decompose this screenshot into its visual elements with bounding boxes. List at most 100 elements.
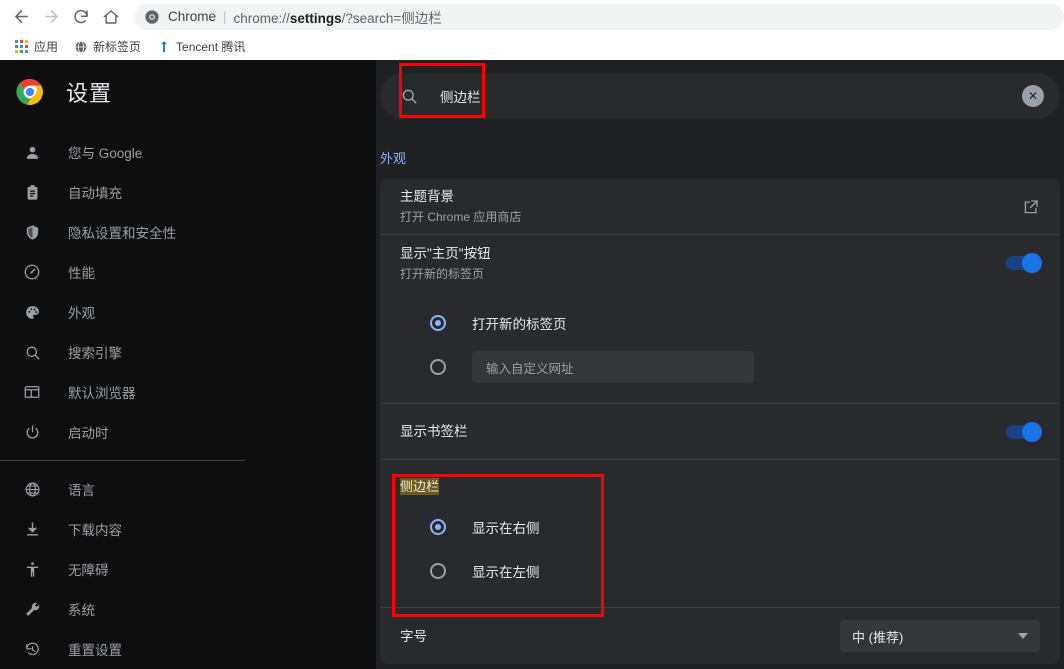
sidebar-divider (0, 460, 245, 461)
speedometer-icon (22, 262, 42, 282)
row-home-button-title: 显示"主页"按钮 (400, 245, 491, 261)
bookmark-new-tab-label: 新标签页 (93, 40, 142, 54)
sidebar-label: 无障碍 (68, 563, 109, 578)
history-restore-icon (22, 639, 42, 659)
row-theme-subtitle: 打开 Chrome 应用商店 (400, 210, 522, 224)
row-theme[interactable]: 主题背景 打开 Chrome 应用商店 (380, 179, 1060, 235)
radio-custom-url[interactable] (430, 359, 446, 375)
forward-arrow-icon (44, 10, 58, 23)
sidebar-label: 语言 (68, 483, 95, 498)
radio-new-tab[interactable] (430, 315, 446, 331)
radio-row-show-on-right[interactable]: 显示在右侧 (380, 505, 1060, 549)
bookmarks-bar-toggle[interactable] (1006, 421, 1042, 442)
sidebar-label: 启动时 (68, 426, 109, 441)
sidebar-item-privacy-security[interactable]: 隐私设置和安全性 (0, 212, 376, 252)
sidebar-label: 系统 (68, 603, 95, 618)
sidebar-nav-group-1: 您与 Google 自动填充 隐私设置和安全性 性能 外观 搜索引擎 默认浏览器… (0, 124, 376, 452)
open-in-new-icon[interactable] (1022, 198, 1040, 216)
radio-new-tab-label: 打开新的标签页 (472, 317, 567, 332)
row-home-button-text: 显示"主页"按钮 打开新的标签页 (400, 244, 1006, 283)
radio-row-custom-url[interactable]: 输入自定义网址 (380, 345, 1060, 389)
font-size-select[interactable]: 中 (推荐) (840, 620, 1040, 652)
bookmark-tencent[interactable]: Tencent 腾讯 (151, 35, 251, 58)
person-icon (22, 142, 42, 162)
url-prefix: chrome:// (233, 10, 290, 26)
home-button-toggle[interactable] (1006, 253, 1042, 273)
bookmark-apps-label: 应用 (34, 40, 59, 54)
address-bar[interactable]: Chrome | chrome://settings/?search=侧边栏 (134, 3, 1064, 30)
row-home-button-subtitle: 打开新的标签页 (400, 266, 485, 281)
sidebar-item-appearance[interactable]: 外观 (0, 292, 376, 332)
custom-url-input[interactable]: 输入自定义网址 (472, 351, 754, 383)
browser-chrome: Chrome | chrome://settings/?search=侧边栏 应… (0, 0, 1064, 60)
toggle-knob (1022, 421, 1042, 442)
search-input-value: 侧边栏 (440, 90, 481, 105)
sidebar-label: 隐私设置和安全性 (68, 226, 176, 241)
sidebar-label: 您与 Google (68, 146, 143, 161)
section-heading-appearance: 外观 (380, 151, 407, 166)
sidebar-nav-group-2: 语言 下载内容 无障碍 系统 重置设置 (0, 469, 376, 669)
palette-icon (22, 302, 42, 322)
sidebar-label: 重置设置 (68, 643, 122, 658)
text-caret (481, 90, 483, 105)
sidebar-item-on-startup[interactable]: 启动时 (0, 412, 376, 452)
back-arrow-icon (14, 10, 28, 23)
sidebar-item-reset-settings[interactable]: 重置设置 (0, 629, 376, 669)
apps-grid-icon (14, 39, 29, 54)
row-home-button-group: 显示"主页"按钮 打开新的标签页 打开新的标签页 输入自定义网址 (380, 235, 1060, 404)
wrench-icon (22, 599, 42, 619)
power-icon (22, 422, 42, 442)
row-side-panel-group: 侧边栏 显示在右侧 显示在左侧 (380, 460, 1060, 608)
side-panel-options: 显示在右侧 显示在左侧 (380, 495, 1060, 607)
row-home-button[interactable]: 显示"主页"按钮 打开新的标签页 (380, 235, 1060, 291)
sidebar-item-system[interactable]: 系统 (0, 589, 376, 629)
settings-sidebar: 设置 您与 Google 自动填充 隐私设置和安全性 性能 外观 搜索引擎 默认… (0, 60, 376, 669)
sidebar-label: 性能 (68, 266, 95, 281)
row-bookmarks-bar[interactable]: 显示书签栏 (380, 404, 1060, 460)
omnibox-site-label: Chrome (168, 9, 217, 24)
sidebar-item-performance[interactable]: 性能 (0, 252, 376, 292)
home-button-options: 打开新的标签页 输入自定义网址 (380, 291, 1060, 403)
sidebar-item-autofill[interactable]: 自动填充 (0, 172, 376, 212)
sidebar-item-languages[interactable]: 语言 (0, 469, 376, 509)
clipboard-icon (22, 182, 42, 202)
radio-row-new-tab[interactable]: 打开新的标签页 (380, 301, 1060, 345)
radio-show-on-left-label: 显示在左侧 (472, 565, 540, 580)
bookmarks-bar: 应用 新标签页 Tencent 腾讯 (0, 33, 1064, 60)
omnibox-separator: | (223, 9, 227, 24)
home-button[interactable] (96, 2, 126, 32)
search-icon (402, 89, 417, 104)
radio-row-show-on-left[interactable]: 显示在左侧 (380, 549, 1060, 593)
omnibox-url: chrome://settings/?search=侧边栏 (234, 7, 442, 27)
radio-show-on-left[interactable] (430, 563, 446, 579)
sidebar-item-search-engine[interactable]: 搜索引擎 (0, 332, 376, 372)
sidebar-label: 下载内容 (68, 523, 122, 538)
reload-button[interactable] (66, 2, 96, 32)
bookmark-apps[interactable]: 应用 (8, 35, 64, 58)
radio-show-on-right-label: 显示在右侧 (472, 521, 540, 536)
row-font-size[interactable]: 字号 中 (推荐) (380, 608, 1060, 664)
download-icon (22, 519, 42, 539)
sidebar-item-accessibility[interactable]: 无障碍 (0, 549, 376, 589)
back-button[interactable] (6, 2, 36, 32)
row-font-size-title: 字号 (400, 628, 427, 644)
sidebar-label: 外观 (68, 306, 95, 321)
bookmark-new-tab[interactable]: 新标签页 (68, 35, 147, 58)
appearance-settings-card: 主题背景 打开 Chrome 应用商店 显示"主页"按钮 打开新的标签页 打开新… (380, 179, 1060, 664)
chrome-favicon-icon (145, 9, 159, 24)
radio-show-on-right[interactable] (430, 519, 446, 535)
search-input[interactable]: 侧边栏 (440, 86, 1022, 106)
sidebar-item-downloads[interactable]: 下载内容 (0, 509, 376, 549)
reload-icon (74, 9, 88, 23)
settings-search-bar[interactable]: 侧边栏 ✕ (380, 73, 1060, 119)
row-theme-text: 主题背景 打开 Chrome 应用商店 (400, 187, 1022, 226)
clear-search-button[interactable]: ✕ (1022, 85, 1044, 107)
shield-icon (22, 222, 42, 242)
browser-toolbar: Chrome | chrome://settings/?search=侧边栏 (0, 0, 1064, 33)
settings-app: 设置 您与 Google 自动填充 隐私设置和安全性 性能 外观 搜索引擎 默认… (0, 60, 1064, 669)
toggle-knob (1022, 253, 1042, 273)
forward-button[interactable] (36, 2, 66, 32)
search-area: 侧边栏 ✕ (376, 60, 1064, 122)
sidebar-item-default-browser[interactable]: 默认浏览器 (0, 372, 376, 412)
sidebar-item-you-and-google[interactable]: 您与 Google (0, 132, 376, 172)
